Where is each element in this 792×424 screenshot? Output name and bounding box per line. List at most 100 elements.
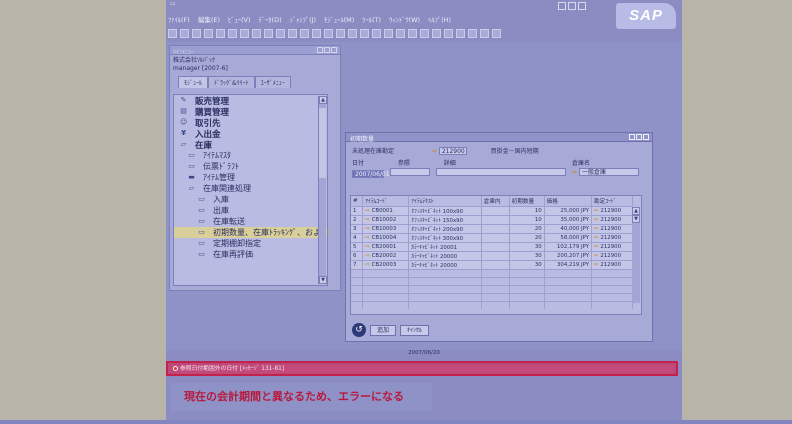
menu-item-6[interactable]: ﾂｰﾙ(T) — [362, 14, 381, 25]
column-header-0[interactable]: # — [351, 196, 364, 206]
column-header-5[interactable]: 価格 — [544, 196, 593, 206]
table-cell[interactable]: ｵﾌｨｽｷｬﾋﾞﾈｯﾄ 100x90 — [408, 205, 482, 215]
next-tool-icon[interactable] — [264, 28, 273, 38]
table-cell[interactable] — [351, 300, 364, 309]
table-cell[interactable]: 4 — [351, 232, 364, 242]
grid-scroll-up-icon[interactable]: ▲ — [632, 207, 640, 215]
table-cell[interactable]: ⇨ CB10003 — [362, 223, 410, 233]
table-cell[interactable] — [544, 268, 593, 277]
table-cell[interactable] — [362, 292, 410, 301]
table-row[interactable]: 1 ⇨ CB0001 ｵﾌｨｽｷｬﾋﾞﾈｯﾄ 100x90 10 25,000 JPY ⇨… — [351, 205, 633, 215]
table-cell[interactable]: ⇨ CB10002 — [362, 214, 410, 224]
table-cell[interactable] — [481, 205, 510, 215]
empty-row[interactable] — [351, 268, 633, 277]
maximize-icon[interactable] — [568, 2, 576, 10]
table-cell[interactable]: 20 — [509, 232, 545, 242]
table-cell[interactable]: ⇨ 212900 — [591, 205, 633, 215]
scroll-up-icon[interactable]: ▲ — [319, 96, 327, 104]
table-row[interactable]: 6 ⇨ CB20002 ｶﾗｰｷｬﾋﾞﾈｯﾄ 20000 30 200,207 JPY ⇨… — [351, 250, 633, 260]
panel-maximize-icon[interactable] — [324, 47, 330, 53]
table-cell[interactable]: ⇨ 212900 — [591, 214, 633, 224]
menu-item-5[interactable]: ﾓｼﾞｭｰﾙ(M) — [324, 14, 354, 25]
table-cell[interactable] — [591, 284, 633, 293]
account-field[interactable]: 212900 — [438, 147, 467, 155]
copy-tool-icon[interactable] — [288, 28, 297, 38]
table-cell[interactable]: ⇨ CB10004 — [362, 232, 410, 242]
module-item-8[interactable]: ▱ 在庫関連処理 — [174, 183, 327, 194]
menu-item-2[interactable]: ﾋﾞｭｰ(V) — [228, 14, 251, 25]
table-row[interactable]: 2 ⇨ CB10002 ｵﾌｨｽｷｬﾋﾞﾈｯﾄ 150x90 10 35,000 JPY… — [351, 214, 633, 224]
warehouse-link-icon[interactable]: ⇨ — [572, 169, 577, 176]
table-cell[interactable]: 304,219 JPY — [544, 259, 593, 269]
print-tool-icon[interactable] — [204, 28, 213, 38]
table-cell[interactable] — [481, 268, 510, 277]
table-cell[interactable] — [509, 292, 545, 301]
module-item-12[interactable]: ▭ 初期数量、在庫ﾄﾗｯｷﾝｸﾞ、およ — [174, 227, 327, 238]
new-tool-icon[interactable] — [168, 28, 177, 38]
table-cell[interactable]: ⇨ CB0001 — [362, 205, 410, 215]
reference-field[interactable] — [389, 168, 430, 176]
menu-item-3[interactable]: ﾃﾞｰﾀ(D) — [259, 14, 282, 25]
table-cell[interactable]: 102,179 JPY — [544, 241, 593, 251]
export-tool-icon[interactable] — [360, 28, 369, 38]
grid-scrollbar[interactable]: ▲ ▼ — [632, 207, 640, 303]
panel-minimize-icon[interactable] — [317, 47, 323, 53]
table-cell[interactable] — [362, 300, 410, 309]
table-cell[interactable]: 25,000 JPY — [544, 205, 593, 215]
prev-tool-icon[interactable] — [252, 28, 261, 38]
first-tool-icon[interactable] — [240, 28, 249, 38]
layout-tool-icon[interactable] — [408, 28, 417, 38]
table-cell[interactable] — [481, 292, 510, 301]
module-item-4[interactable]: ▱ 在庫 — [174, 139, 327, 151]
dialog-minimize-icon[interactable] — [629, 134, 635, 140]
refresh-tool-icon[interactable] — [432, 28, 441, 38]
table-cell[interactable] — [544, 276, 593, 285]
empty-row[interactable] — [351, 292, 633, 301]
module-item-7[interactable]: ▬ ｱｲﾃﾑ管理 — [174, 172, 327, 183]
column-header-3[interactable]: 倉庫内 — [481, 196, 510, 206]
close-icon[interactable] — [578, 2, 586, 10]
table-cell[interactable]: ⇨ 212900 — [591, 259, 633, 269]
module-item-0[interactable]: ✎ 販売管理 — [174, 95, 327, 107]
empty-row[interactable] — [351, 284, 633, 293]
add-button[interactable]: 追加 — [370, 324, 397, 336]
save-tool-icon[interactable] — [192, 28, 201, 38]
minimize-icon[interactable] — [558, 2, 566, 10]
link-tool-icon[interactable] — [384, 28, 393, 38]
table-cell[interactable]: 3 — [351, 223, 364, 233]
table-cell[interactable] — [481, 276, 510, 285]
table-cell[interactable] — [481, 232, 510, 242]
table-cell[interactable] — [362, 284, 410, 293]
menu-item-1[interactable]: 編集(E) — [198, 14, 220, 25]
table-cell[interactable]: 20 — [509, 223, 545, 233]
module-item-6[interactable]: ▭ 伝票ﾄﾞﾗﾌﾄ — [174, 161, 327, 172]
msg-tool-icon[interactable] — [468, 28, 477, 38]
module-scrollbar[interactable]: ▲ ▼ — [318, 96, 327, 284]
column-header-4[interactable]: 初期数量 — [509, 196, 545, 206]
table-row[interactable]: 5 ⇨ CB20001 ｶﾗｰｷｬﾋﾞﾈｯﾄ 20001 30 102,179 JPY ⇨… — [351, 241, 633, 251]
alert-tool-icon[interactable] — [456, 28, 465, 38]
table-cell[interactable]: ｵﾌｨｽｷｬﾋﾞﾈｯﾄ 150x90 — [408, 214, 482, 224]
menu-item-7[interactable]: ｳｨﾝﾄﾞｳ(W) — [389, 14, 420, 25]
menu-item-4[interactable]: ｼﾞｬﾝﾌﾟ(J) — [290, 14, 317, 25]
warehouse-field[interactable]: 一般倉庫 — [578, 168, 639, 176]
table-row[interactable]: 4 ⇨ CB10004 ｵﾌｨｽｷｬﾋﾞﾈｯﾄ 300x90 20 58,000 JPY… — [351, 232, 633, 242]
panel-close-icon[interactable] — [331, 47, 337, 53]
table-cell[interactable] — [509, 300, 545, 309]
table-cell[interactable] — [362, 268, 410, 277]
module-item-13[interactable]: ▭ 定期棚卸指定 — [174, 238, 327, 249]
table-cell[interactable]: ⇨ CB20001 — [362, 241, 410, 251]
column-header-6[interactable]: 勘定ｺｰﾄﾞ — [591, 196, 633, 206]
table-cell[interactable] — [351, 292, 364, 301]
table-cell[interactable] — [544, 292, 593, 301]
table-cell[interactable]: 2 — [351, 214, 364, 224]
back-arrow-icon[interactable]: ↺ — [352, 323, 366, 337]
column-header-1[interactable]: ｱｲﾃﾑｺｰﾄﾞ — [362, 196, 410, 206]
open-tool-icon[interactable] — [180, 28, 189, 38]
table-cell[interactable] — [481, 250, 510, 260]
table-cell[interactable]: 58,000 JPY — [544, 232, 593, 242]
table-cell[interactable] — [408, 268, 482, 277]
table-cell[interactable]: ⇨ 212900 — [591, 223, 633, 233]
table-cell[interactable]: 10 — [509, 214, 545, 224]
table-cell[interactable] — [509, 284, 545, 293]
